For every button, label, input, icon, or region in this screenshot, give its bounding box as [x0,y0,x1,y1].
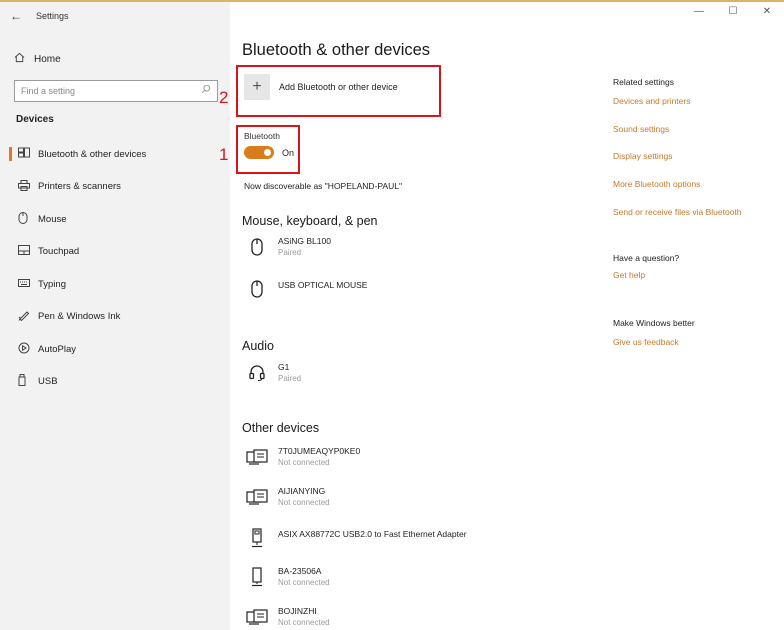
sidebar-item-bluetooth[interactable]: Bluetooth & other devices [0,138,230,171]
network-device-icon [244,446,270,468]
group-title-other: Other devices [242,421,320,435]
sidebar-item-pen[interactable]: Pen & Windows Ink [0,301,230,334]
device-name: BA-23506A [278,566,322,576]
device-name: G1 [278,362,290,372]
pen-icon [18,309,38,324]
sidebar-item-label: USB [38,376,58,388]
maximize-button[interactable]: ☐ [716,6,750,17]
window-controls: — ☐ ✕ [682,6,784,17]
question-title: Have a question? [613,253,680,263]
back-button[interactable]: ← [10,9,22,23]
device-status: Paired [278,248,302,257]
page-title: Bluetooth & other devices [242,41,431,59]
sidebar-item-label: Bluetooth & other devices [38,148,147,160]
link-devices-and-printers[interactable]: Devices and printers [613,96,690,106]
group-title-mouse: Mouse, keyboard, & pen [242,214,378,228]
better-title: Make Windows better [613,318,695,328]
title-bar: ← Settings — ☐ ✕ [0,2,784,30]
network-device-icon [244,606,270,628]
device-name: USB OPTICAL MOUSE [278,280,368,290]
search-icon [201,84,211,94]
annotation-number-2: 2 [219,88,229,107]
device-item[interactable]: ASIX AX88772C USB2.0 to Fast Ethernet Ad… [244,527,467,549]
mouse-icon [244,236,270,258]
device-item[interactable]: G1 Paired [244,362,301,384]
sidebar-item-label: Typing [38,278,66,290]
touchpad-icon [18,245,38,258]
sidebar-item-label: Pen & Windows Ink [38,311,121,323]
device-name: 7T0JUMEAQYP0KE0 [278,446,361,456]
sidebar-item-mouse[interactable]: Mouse [0,203,230,236]
link-send-receive-bluetooth[interactable]: Send or receive files via Bluetooth [613,207,742,217]
device-item[interactable]: AIJIANYING Not connected [244,486,330,508]
link-display-settings[interactable]: Display settings [613,151,673,161]
related-settings-title: Related settings [613,77,674,87]
mouse-icon [18,211,38,227]
sidebar-item-usb[interactable]: USB [0,366,230,399]
device-item[interactable]: ASiNG BL100 Paired [244,236,331,258]
home-icon [14,52,34,66]
sidebar-item-label: Mouse [38,213,67,225]
link-give-feedback[interactable]: Give us feedback [613,337,679,347]
network-device-icon [244,486,270,508]
keyboard-icon [18,278,38,290]
sidebar-item-touchpad[interactable]: Touchpad [0,236,230,269]
device-item[interactable]: BA-23506A Not connected [244,566,330,588]
sidebar-item-label: Touchpad [38,246,80,258]
app-title: Settings [36,11,69,21]
autoplay-icon [18,342,38,357]
device-name: ASIX AX88772C USB2.0 to Fast Ethernet Ad… [278,529,467,539]
device-item[interactable]: 7T0JUMEAQYP0KE0 Not connected [244,446,360,468]
device-name: ASiNG BL100 [278,236,331,246]
usb-icon [18,374,38,389]
bluetooth-devices-icon [18,147,38,161]
sidebar-home-label: Home [34,53,61,65]
annotation-number-1: 1 [219,145,229,164]
search-box[interactable] [14,80,218,102]
device-icon [244,566,270,588]
sidebar-home[interactable]: Home [14,52,61,66]
group-title-audio: Audio [242,339,274,353]
link-get-help[interactable]: Get help [613,270,645,280]
device-status: Not connected [278,618,330,627]
device-status: Paired [278,374,302,383]
sidebar-item-label: AutoPlay [38,343,77,355]
sidebar-item-typing[interactable]: Typing [0,268,230,301]
usb-adapter-icon [244,527,270,549]
sidebar-item-printers[interactable]: Printers & scanners [0,171,230,204]
printer-icon [18,179,38,194]
sidebar-item-autoplay[interactable]: AutoPlay [0,333,230,366]
sidebar-item-label: Printers & scanners [38,181,121,193]
device-item[interactable]: USB OPTICAL MOUSE [244,278,367,300]
device-status: Not connected [278,458,330,467]
mouse-icon [244,278,270,300]
link-more-bluetooth-options[interactable]: More Bluetooth options [613,179,700,189]
discoverable-text: Now discoverable as "HOPELAND-PAUL" [244,181,402,191]
annotation-box-1 [236,125,300,174]
search-input[interactable] [15,86,195,96]
sidebar-nav: Bluetooth & other devices Printers & sca… [0,138,230,398]
device-status: Not connected [278,578,330,587]
section-label-devices: Devices [16,114,54,125]
device-name: AIJIANYING [278,486,326,496]
link-sound-settings[interactable]: Sound settings [613,124,669,134]
device-item[interactable]: BOJINZHI Not connected [244,606,330,628]
device-name: BOJINZHI [278,606,317,616]
headset-icon [244,362,270,384]
close-button[interactable]: ✕ [750,6,784,17]
device-status: Not connected [278,498,330,507]
minimize-button[interactable]: — [682,6,716,17]
annotation-box-2 [236,65,441,117]
